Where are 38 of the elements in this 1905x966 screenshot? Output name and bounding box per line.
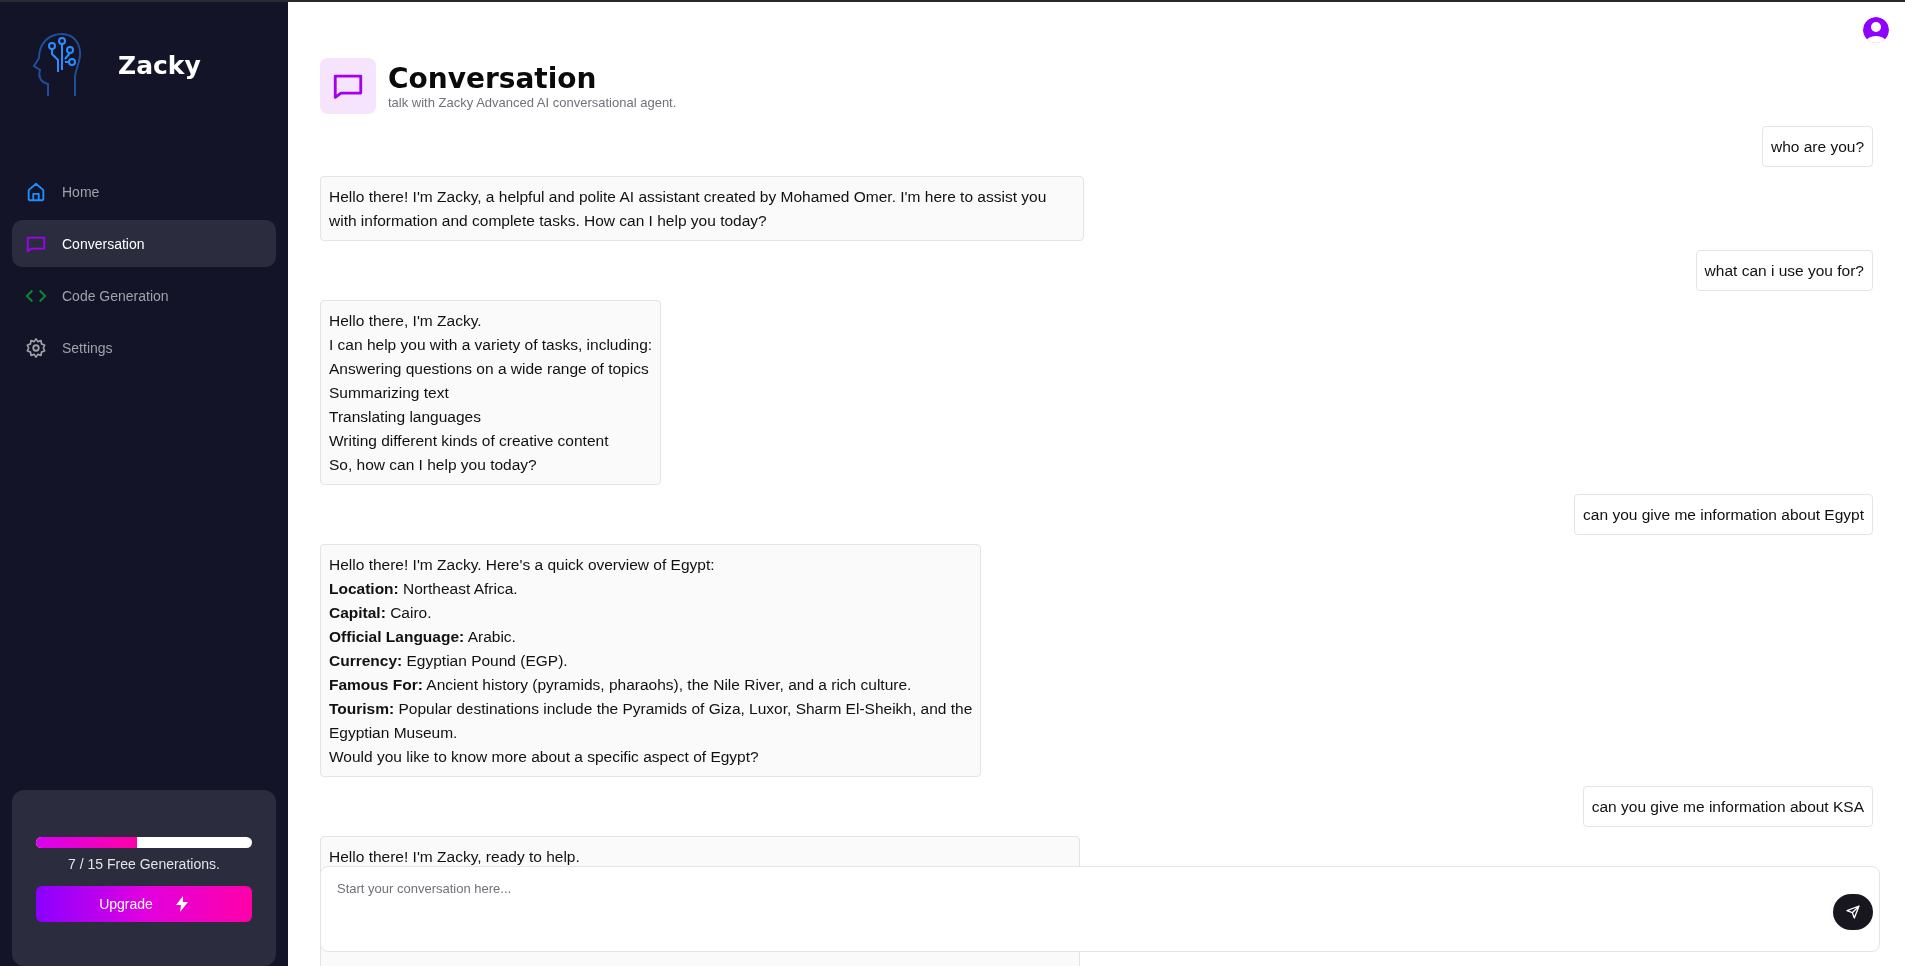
message-text: Location: Northeast Africa. bbox=[329, 579, 519, 599]
home-icon bbox=[25, 180, 47, 203]
message-text: Translating languages bbox=[329, 407, 482, 427]
sidebar-item[interactable]: Settings bbox=[12, 324, 276, 371]
page-title: Conversation bbox=[388, 62, 598, 95]
message-input[interactable]: Start your conversation here... bbox=[320, 866, 1880, 952]
message-text: Hello there, I'm Zacky. bbox=[329, 311, 483, 331]
brain-head-logo bbox=[32, 32, 82, 98]
message-text: Hello there! I'm Zacky, ready to help. bbox=[329, 847, 581, 867]
message-text: Summarizing text bbox=[329, 383, 450, 403]
message-text: Tourism: Popular destinations include the Pyramids of Giza, Luxor, Sharm El-Sheikh, and the bbox=[329, 699, 973, 719]
message-text: Writing different kinds of creative content bbox=[329, 431, 610, 451]
message-text: can you give me information about Egypt bbox=[1583, 505, 1864, 525]
message-text: Famous For: Ancient history (pyramids, pharaohs), the Nile River, and a rich culture. bbox=[329, 675, 913, 695]
message-text: Official Language: Arabic. bbox=[329, 627, 517, 647]
sidebar-item[interactable]: Code Generation bbox=[12, 272, 276, 319]
user-avatar-icon bbox=[1863, 17, 1889, 43]
message-text: Answering questions on a wide range of topics bbox=[329, 359, 650, 379]
message-text: Egyptian Museum. bbox=[329, 723, 459, 743]
app-name: Zacky bbox=[118, 50, 201, 80]
message-text: Capital: Cairo. bbox=[329, 603, 433, 623]
sidebar-item[interactable]: Conversation bbox=[12, 220, 276, 267]
upgrade-button[interactable]: Upgrade bbox=[36, 886, 252, 922]
sidebar-item[interactable]: Home bbox=[12, 168, 276, 215]
page-subtitle: talk with Zacky Advanced AI conversational agent. bbox=[388, 94, 677, 110]
message-text: who are you? bbox=[1770, 137, 1864, 157]
message-text: what can i use you for? bbox=[1704, 261, 1864, 281]
settings-icon bbox=[25, 336, 47, 359]
message-text: can you give me information about KSA bbox=[1591, 797, 1864, 817]
lightning-icon bbox=[174, 896, 189, 912]
message-text: Currency: Egyptian Pound (EGP). bbox=[329, 651, 569, 671]
message-text: I can help you with a variety of tasks, including: bbox=[329, 335, 653, 355]
message-text: So, how can I help you today? bbox=[329, 455, 538, 475]
usage-count: 7 / 15 Free Generations. bbox=[67, 856, 221, 872]
message-text: Would you like to know more about a specific aspect of Egypt? bbox=[329, 747, 760, 767]
message-text: Hello there! I'm Zacky. Here's a quick overview of Egypt: bbox=[329, 555, 716, 575]
message-text: Hello there! I'm Zacky, a helpful and polite AI assistant created by Mohamed Omer. I'm here to assist you with information and complete tasks. How can I help you today? bbox=[329, 187, 1048, 231]
send-icon bbox=[1845, 904, 1861, 920]
